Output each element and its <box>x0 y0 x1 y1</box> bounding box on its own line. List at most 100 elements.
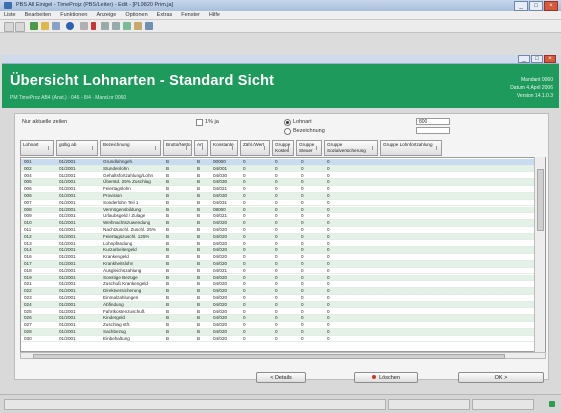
details-button[interactable]: < Details <box>256 372 306 383</box>
table-row[interactable]: 008 01/2001 Vermögensbildung B B 08000 0 0 0 0 <box>21 206 535 214</box>
menu-item[interactable]: Optionen <box>125 11 147 19</box>
inner-maximize-button[interactable]: □ <box>531 55 543 63</box>
table-cell: 01/2001 <box>59 329 76 334</box>
column-header[interactable]: Brutto/Netto <box>163 140 192 156</box>
table-cell: B <box>197 172 201 178</box>
column-header[interactable]: Art <box>194 140 208 156</box>
table-row[interactable]: 004 01/2001 Gehaltsfortzahlung/Lohn B B 04/03… <box>21 173 535 180</box>
table-row[interactable]: 019 01/2001 Sonstige Bezüge B B 04/020 0 0 0 0 <box>21 274 535 282</box>
table-row[interactable]: 028 01/2001 Sachbezug B B 04/020 0 0 0 0 <box>21 329 535 336</box>
save-icon[interactable] <box>52 22 60 30</box>
column-header[interactable]: Gruppe Sozialversicherung <box>324 140 378 156</box>
table-row[interactable]: 013 01/2001 Lohnpfändung B B 04/020 0 0 0 0 <box>21 241 535 248</box>
menu-item[interactable]: Hilfe <box>209 11 220 19</box>
column-header[interactable]: Gruppe Kosten <box>272 140 294 156</box>
search-input[interactable]: 800 <box>416 118 450 125</box>
table-cell: B <box>197 199 201 205</box>
table-row[interactable]: 026 01/2001 Kindergeld B B 04/020 0 0 0 0 <box>21 315 535 322</box>
radio-bezeichnung[interactable] <box>284 128 291 135</box>
menu-item[interactable]: Extras <box>157 11 173 19</box>
column-resize-handle[interactable] <box>436 146 440 150</box>
table-row[interactable]: 010 01/2001 Weihnachtszuwendung B B 04/020 0 0 0… <box>21 220 535 227</box>
table-row[interactable]: 024 01/2001 Abfindung B B 04/020 0 0 0 0 <box>21 301 535 309</box>
help-icon[interactable] <box>145 22 153 30</box>
print-icon[interactable] <box>80 22 88 30</box>
table-cell: B <box>166 193 170 198</box>
column-header[interactable]: Konstante <box>210 140 238 156</box>
column-header[interactable]: Lohnart <box>20 140 54 156</box>
table-row[interactable]: 006 01/2001 Feiertagslohn B B 04/021 0 0 0 0 <box>21 186 535 193</box>
ok-button[interactable]: OK > <box>458 372 544 383</box>
column-resize-handle[interactable] <box>316 146 320 150</box>
menu-item[interactable]: Bearbeiten <box>25 11 52 19</box>
vertical-scrollbar[interactable] <box>534 157 545 352</box>
copy-icon[interactable] <box>112 22 120 30</box>
table-row[interactable]: 023 01/2001 Einmalzahlungen B B 04/020 0 0 0 0 <box>21 295 535 302</box>
close-button[interactable]: × <box>544 1 558 11</box>
meta-version: Version 14.1.0.3 <box>516 93 553 99</box>
table-row[interactable]: 021 01/2001 Zuschuß Krankengeld B B 04/020 0 0 0… <box>21 281 535 288</box>
vertical-scroll-thumb[interactable] <box>537 169 544 231</box>
maximize-button[interactable]: □ <box>529 1 543 11</box>
table-row[interactable]: 006 01/2001 Provision B B 04/030 0 0 0 0 <box>21 193 535 200</box>
column-resize-handle[interactable] <box>48 146 52 150</box>
column-resize-handle[interactable] <box>288 146 292 150</box>
forward-icon[interactable] <box>15 22 25 32</box>
column-resize-handle[interactable] <box>186 146 190 150</box>
table-row[interactable]: 007 01/2001 Sonderlohn Teil 1 B B 04/031 0 0 0 0 <box>21 200 535 207</box>
table-cell: 0 <box>301 261 304 266</box>
delete-button[interactable]: Löschen <box>354 372 418 383</box>
menu-item[interactable]: Anzeige <box>96 11 116 19</box>
horizontal-scroll-thumb[interactable] <box>33 354 505 359</box>
table-row[interactable]: 009 01/2001 Urlaubsgeld / Zulage B B 04/021 0 0… <box>21 213 535 220</box>
table-row[interactable]: 022 01/2001 Direktversicherung B B 04/020 0 0 0 0 <box>21 288 535 295</box>
menu-item[interactable]: Funktionen <box>60 11 87 19</box>
radio-lohnart[interactable] <box>284 119 291 126</box>
column-header[interactable]: Gruppe Steuer <box>296 140 322 156</box>
table-cell: 002 <box>24 165 32 171</box>
horizontal-scrollbar[interactable] <box>20 352 546 359</box>
new-icon[interactable] <box>30 22 38 30</box>
table-cell: 024 <box>24 301 32 307</box>
column-resize-handle[interactable] <box>372 146 376 150</box>
menu-item[interactable]: Liste <box>4 11 16 19</box>
column-resize-handle[interactable] <box>92 146 96 150</box>
search-icon[interactable] <box>134 22 142 30</box>
column-resize-handle[interactable] <box>264 146 268 150</box>
column-resize-handle[interactable] <box>232 146 236 150</box>
open-icon[interactable] <box>41 22 49 30</box>
column-resize-handle[interactable] <box>202 146 206 150</box>
search-input-2[interactable] <box>416 127 450 134</box>
table-cell: B <box>197 335 201 341</box>
table-row[interactable]: 017 01/2001 Krankheitslohn B B 04/020 0 0 0 0 <box>21 261 535 268</box>
table-row[interactable]: 014 01/2001 Kurzarbeitergeld B B 04/020 0 0 0 0 <box>21 247 535 254</box>
column-resize-handle[interactable] <box>155 146 159 150</box>
table-row[interactable]: 027 01/2001 Zuschlag stfr. B B 04/020 0 0 0 0 <box>21 322 535 329</box>
cut-icon[interactable] <box>101 22 109 30</box>
column-header[interactable]: gültig ab <box>56 140 98 156</box>
column-header[interactable]: Bezeichnung <box>100 140 161 156</box>
column-header[interactable]: Zähl./Wert <box>240 140 270 156</box>
table-row[interactable]: 012 01/2001 Feiertagszuschl. 125% B B 04/020 0… <box>21 233 535 241</box>
table-row[interactable]: 001 01/2001 Grundlohngeh. B B 00000 0 0 0 0 <box>21 159 535 166</box>
percent-checkbox[interactable] <box>196 119 203 126</box>
delete-icon[interactable] <box>91 22 96 30</box>
table-cell: Vermögensbildung <box>103 206 142 212</box>
paste-icon[interactable] <box>123 22 131 30</box>
back-icon[interactable] <box>4 22 14 32</box>
table-row[interactable]: 030 01/2001 Einbehaltung B B 04/020 0 0 0 0 <box>21 336 535 343</box>
inner-close-button[interactable]: × <box>544 55 556 63</box>
info-icon[interactable] <box>66 22 74 30</box>
table-row[interactable]: 011 01/2001 Nachtzuschl. Zuschl. 25% B B 04/0… <box>21 227 535 234</box>
table-row[interactable]: 018 01/2001 Ausgleichszahlung B B 04/021 0 0 0 0 <box>21 268 535 275</box>
table-row[interactable]: 025 01/2001 Fahrtkostenzuschuß B B 04/020 0 0 0 0 <box>21 309 535 316</box>
table-row[interactable]: 005 01/2001 Überstd. 25% Zuschlag B B 04/030 0… <box>21 179 535 186</box>
column-header[interactable]: Gruppe Lohnfortzahlung <box>380 140 442 156</box>
menu-item[interactable]: Fenster <box>181 11 200 19</box>
table-cell: 0 <box>243 267 246 273</box>
table-row[interactable]: 002 01/2001 Stundenlohn B B 04/001 0 0 0 0 <box>21 165 535 173</box>
table-cell: 0 <box>275 267 278 273</box>
minimize-button[interactable]: _ <box>514 1 528 11</box>
table-row[interactable]: 016 01/2001 Krankengeld B B 04/020 0 0 0 0 <box>21 254 535 261</box>
inner-minimize-button[interactable]: _ <box>518 55 530 63</box>
